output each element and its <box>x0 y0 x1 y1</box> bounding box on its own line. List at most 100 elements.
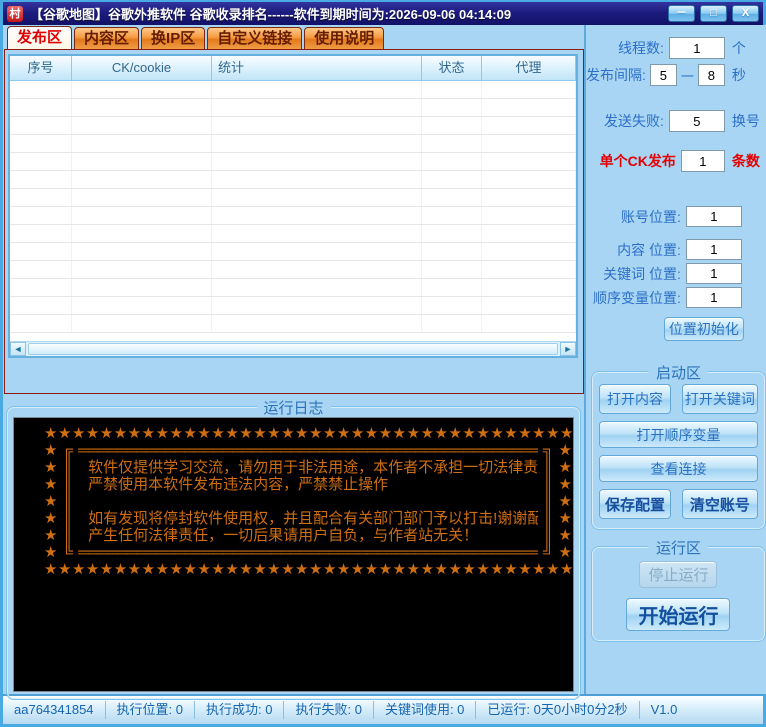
publish-interval-to-input[interactable] <box>698 64 725 86</box>
star-icon: ★ <box>559 527 572 544</box>
box-border: ║ <box>62 510 73 527</box>
star-icon: ★ <box>44 442 57 459</box>
title-bar: 村 【谷歌地图】谷歌外推软件 谷歌收录排名------软件到期时间为:2026-… <box>3 2 763 25</box>
publish-tab-page: 序号CK/cookie统计状态代理 ◄ ► <box>4 49 584 394</box>
star-icon: ★ <box>44 459 57 476</box>
open-sequence-variable-button[interactable]: 打开顺序变量 <box>599 421 758 448</box>
column-header-2[interactable]: 统计 <box>212 56 422 81</box>
tab-content-area[interactable]: 内容区 <box>74 27 139 49</box>
column-header-3[interactable]: 状态 <box>422 56 482 81</box>
maximize-button[interactable]: □ <box>700 5 727 22</box>
table-row <box>10 153 576 171</box>
column-header-1[interactable]: CK/cookie <box>72 56 212 81</box>
start-run-button[interactable]: 开始运行 <box>626 598 730 631</box>
clear-account-button[interactable]: 清空账号 <box>682 489 758 519</box>
log-box-bottom: ★ ╚ ════════════════════════════════════… <box>44 544 572 561</box>
launch-row-3: 查看连接 <box>599 455 758 482</box>
status-account: aa764341854 <box>3 701 106 719</box>
column-header-4[interactable]: 代理 <box>482 56 576 81</box>
run-log-groupbox: 运行日志 ★★★★★★★★★★★★★★★★★★★★★★★★★★★★★★★★★★★… <box>6 406 581 700</box>
status-exec-fail: 执行失败: 0 <box>284 701 373 719</box>
open-content-button[interactable]: 打开内容 <box>599 384 671 414</box>
per-ck-unit: 条数 <box>732 151 760 171</box>
thread-count-input[interactable] <box>669 37 725 59</box>
app-icon: 村 <box>7 6 23 22</box>
content-position-row: 内容 位置: <box>586 239 766 260</box>
log-star-line: ★★★★★★★★★★★★★★★★★★★★★★★★★★★★★★★★★★★★★★★★ <box>44 425 572 442</box>
box-corner: ╝ <box>543 544 554 561</box>
box-border: ════════════════════════════════════════… <box>78 544 538 561</box>
scroll-right-arrow-icon[interactable]: ► <box>560 342 576 356</box>
keyword-position-row: 关键词 位置: <box>586 263 766 284</box>
table-row <box>10 261 576 279</box>
star-icon: ★ <box>44 493 57 510</box>
left-column: 发布区 内容区 换IP区 自定义链接 使用说明 序号CK/cookie统计状态代… <box>3 25 584 694</box>
log-text: 如有发现将停封软件使用权，并且配合有关部门部门予以打击!谢谢配合 <box>78 510 538 527</box>
view-link-button[interactable]: 查看连接 <box>599 455 758 482</box>
send-fail-input[interactable] <box>669 110 725 132</box>
log-text: 严禁使用本软件发布违法内容，严禁禁止操作 <box>78 476 538 493</box>
status-keyword-usage: 关键词使用: 0 <box>374 701 476 719</box>
app-window: 村 【谷歌地图】谷歌外推软件 谷歌收录排名------软件到期时间为:2026-… <box>0 0 766 727</box>
star-icon: ★ <box>559 493 572 510</box>
run-title: 运行区 <box>649 537 708 558</box>
tab-change-ip[interactable]: 换IP区 <box>141 27 205 49</box>
table-row <box>10 315 576 333</box>
table-row <box>10 225 576 243</box>
table-row <box>10 243 576 261</box>
box-border: ║ <box>543 459 554 476</box>
star-icon: ★ <box>44 476 57 493</box>
main-content: 发布区 内容区 换IP区 自定义链接 使用说明 序号CK/cookie统计状态代… <box>3 25 763 694</box>
save-config-button[interactable]: 保存配置 <box>599 489 671 519</box>
horizontal-scrollbar[interactable]: ◄ ► <box>10 341 576 356</box>
per-ck-count-input[interactable] <box>681 150 725 172</box>
star-icon: ★ <box>44 544 57 561</box>
close-button[interactable]: X <box>732 5 759 22</box>
box-border: ║ <box>543 493 554 510</box>
table-row <box>10 117 576 135</box>
tab-custom-link[interactable]: 自定义链接 <box>207 27 302 49</box>
status-version: V1.0 <box>640 701 689 719</box>
table-row <box>10 171 576 189</box>
sequence-variable-position-label: 顺序变量位置: <box>593 288 681 308</box>
account-position-label: 账号位置: <box>621 207 681 227</box>
run-log-title: 运行日志 <box>256 397 330 418</box>
stop-run-button[interactable]: 停止运行 <box>639 561 717 588</box>
log-line: ★ ║ ║ ★ <box>44 493 572 510</box>
status-exec-position: 执行位置: 0 <box>106 701 195 719</box>
minimize-button[interactable]: － <box>668 5 695 22</box>
launch-row-2: 打开顺序变量 <box>599 421 758 448</box>
sequence-variable-position-input[interactable] <box>686 287 742 308</box>
box-corner: ╔ <box>62 442 73 459</box>
tab-publish-area[interactable]: 发布区 <box>7 26 72 49</box>
scroll-left-arrow-icon[interactable]: ◄ <box>10 342 26 356</box>
star-icon: ★ <box>44 510 57 527</box>
status-runtime: 已运行: 0天0小时0分2秒 <box>476 701 639 719</box>
thread-count-unit: 个 <box>732 38 760 58</box>
account-position-input[interactable] <box>686 206 742 227</box>
thread-count-row: 线程数: 个 <box>586 37 766 59</box>
keyword-position-input[interactable] <box>686 263 742 284</box>
log-star-line: ★★★★★★★★★★★★★★★★★★★★★★★★★★★★★★★★★★★★★★★★ <box>44 561 572 578</box>
window-controls: － □ X <box>668 5 759 22</box>
content-position-input[interactable] <box>686 239 742 260</box>
publish-interval-row: 发布间隔: 一 秒 <box>586 64 766 86</box>
publish-interval-label: 发布间隔: <box>586 65 646 85</box>
table-row <box>10 81 576 99</box>
settings-panel: 线程数: 个 发布间隔: 一 秒 发送失败: 换号 单个CK发布 条数 <box>584 25 766 694</box>
log-text: 软件仅提供学习交流，请勿用于非法用途，本作者不承担一切法律责任 <box>78 459 538 476</box>
open-keyword-button[interactable]: 打开关键词 <box>682 384 758 414</box>
table-row <box>10 207 576 225</box>
table-row <box>10 135 576 153</box>
table-row <box>10 297 576 315</box>
publish-interval-unit: 秒 <box>732 65 760 85</box>
publish-interval-from-input[interactable] <box>650 64 677 86</box>
tab-usage-help[interactable]: 使用说明 <box>304 27 384 49</box>
scrollbar-thumb[interactable] <box>28 343 558 355</box>
table-body <box>10 81 576 341</box>
interval-dash: 一 <box>681 66 694 85</box>
tab-bar: 发布区 内容区 换IP区 自定义链接 使用说明 <box>4 25 584 49</box>
init-position-button[interactable]: 位置初始化 <box>664 317 744 341</box>
box-border: ║ <box>543 510 554 527</box>
column-header-0[interactable]: 序号 <box>10 56 72 81</box>
